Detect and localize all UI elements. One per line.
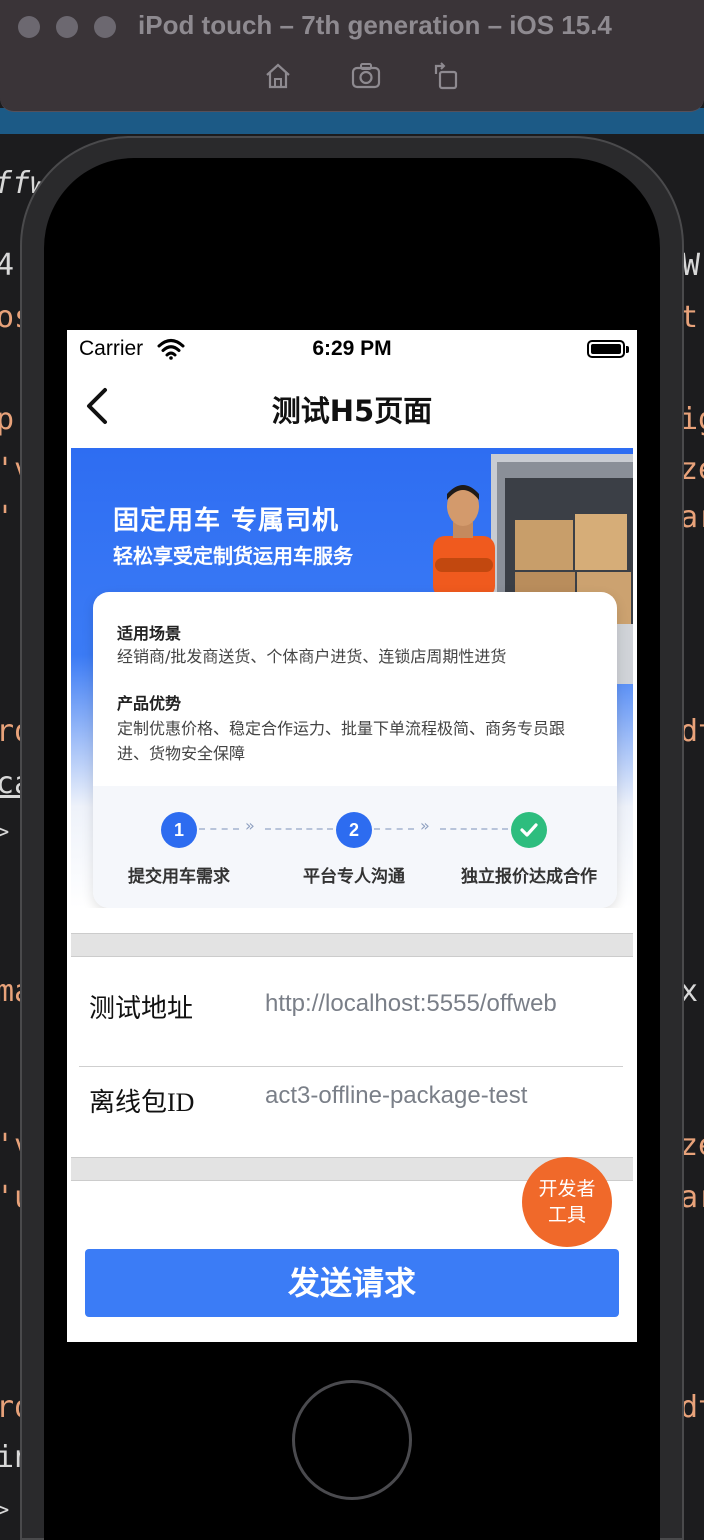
promo-banner: 固定用车 专属司机 轻松享受定制货运用车服务 适用场景 经销商/批发商送货、个体… (71, 448, 633, 908)
editor-text: > (0, 820, 10, 845)
dev-tools-label: 开发者 (538, 1178, 596, 1200)
step-3-marker (511, 812, 547, 848)
editor-text: > (0, 1498, 10, 1523)
step-2-marker: 2 (336, 812, 372, 848)
step-3-label: 独立报价达成合作 (461, 867, 597, 887)
send-request-button[interactable]: 发送请求 (85, 1249, 619, 1317)
step-connector (265, 828, 333, 830)
step-1-marker: 1 (161, 812, 197, 848)
navigation-bar: 测试H5页面 (67, 370, 637, 444)
section-separator (71, 933, 633, 957)
simulator-title: iPod touch – 7th generation – iOS 15.4 (138, 10, 612, 40)
row-divider (79, 1066, 623, 1067)
minimize-window-button[interactable] (56, 16, 78, 38)
step-connector (199, 828, 239, 830)
home-icon[interactable] (262, 60, 294, 92)
dev-tools-label: 工具 (547, 1204, 586, 1226)
info-card: 适用场景 经销商/批发商送货、个体商户进货、连锁店周期性进货 产品优势 定制优惠… (93, 592, 617, 908)
dev-tools-button[interactable]: 开发者 工具 (522, 1157, 612, 1247)
status-bar: Carrier 6:29 PM (67, 330, 637, 366)
driver-illustration (433, 485, 495, 596)
editor-text: 4 (0, 248, 15, 283)
battery-tip (626, 346, 629, 353)
home-button[interactable] (292, 1380, 412, 1500)
step-1-label: 提交用车需求 (128, 867, 230, 887)
package-id-label: 离线包ID (89, 1088, 195, 1117)
advantage-text: 定制优惠价格、稳定合作运力、批量下单流程极简、商务专员跟进、货物安全保障 (117, 719, 566, 763)
advantage-heading: 产品优势 (117, 694, 182, 713)
banner-headline: 固定用车 专属司机 (113, 506, 340, 536)
package-id-input[interactable]: act3-offline-package-test (265, 1082, 637, 1110)
editor-text: W (682, 248, 701, 283)
simulator-title-bar: iPod touch – 7th generation – iOS 15.4 (0, 0, 704, 112)
zoom-window-button[interactable] (94, 16, 116, 38)
status-time: 6:29 PM (312, 337, 392, 360)
step-2-label: 平台专人沟通 (303, 867, 405, 887)
step-arrow: » (245, 816, 255, 835)
url-label: 测试地址 (89, 994, 194, 1023)
url-input[interactable]: http://localhost:5555/offweb (265, 990, 637, 1018)
screenshot-icon[interactable] (350, 60, 382, 92)
close-window-button[interactable] (18, 16, 40, 38)
device-screen: Carrier 6:29 PM 测试H5页面 固定用车 专属司机 轻松享受定制货… (67, 330, 637, 1342)
scenario-heading: 适用场景 (117, 624, 182, 643)
battery-icon (587, 340, 625, 358)
checkmark-icon (520, 823, 538, 837)
banner-subheadline: 轻松享受定制货运用车服务 (113, 544, 353, 568)
rotate-icon[interactable] (430, 60, 462, 92)
step-arrow: » (420, 816, 430, 835)
editor-text: ' (0, 500, 14, 535)
page-title: 测试H5页面 (271, 394, 433, 428)
process-steps: 1 » 2 » 提交用车需求 平台专人沟通 独立报价达成合作 (93, 786, 617, 908)
step-connector (374, 828, 414, 830)
step-connector (440, 828, 508, 830)
scenario-text: 经销商/批发商送货、个体商户进货、连锁店周期性进货 (117, 647, 507, 666)
